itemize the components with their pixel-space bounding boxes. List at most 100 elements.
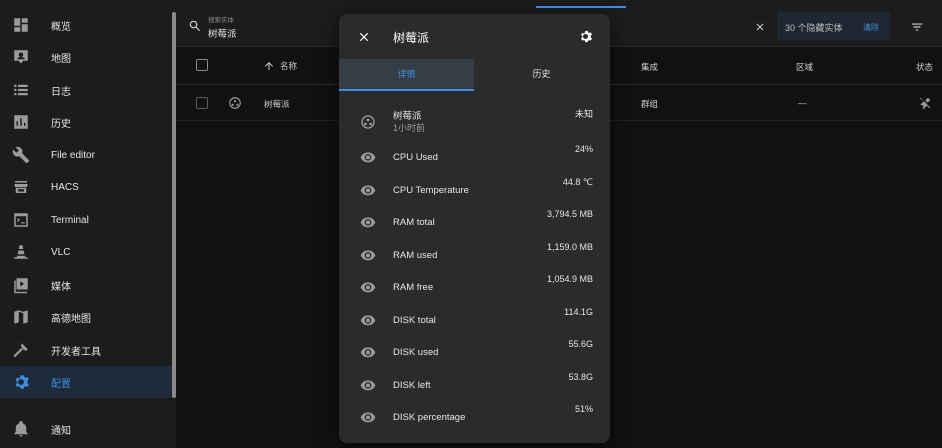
cone-icon: [12, 243, 30, 261]
entity-row[interactable]: DISK total 114.1G: [339, 303, 610, 335]
store-icon: [12, 178, 30, 196]
sidebar-item-file-editor[interactable]: File editor: [0, 139, 172, 171]
row-area: —: [798, 98, 807, 108]
entity-state: 114.1G: [564, 306, 593, 317]
chart-box-icon: [12, 113, 30, 131]
sidebar-item-label: HACS: [51, 181, 79, 193]
column-status-header[interactable]: 状态: [916, 61, 933, 73]
sidebar-item-label: 地图: [51, 53, 71, 65]
sidebar-item-history[interactable]: 历史: [0, 106, 172, 138]
entity-state: 51%: [574, 404, 593, 414]
sidebar-item-hacs[interactable]: HACS: [0, 171, 172, 203]
sidebar-item-amap[interactable]: 高德地图: [0, 301, 172, 333]
entity-row[interactable]: RAM free 1,054.9 MB: [339, 270, 610, 302]
entity-row[interactable]: DISK used 55.6G: [339, 335, 610, 367]
sidebar-item-label: 概览: [51, 21, 71, 33]
select-all-checkbox[interactable]: [196, 59, 208, 71]
entity-name: DISK used: [393, 347, 439, 358]
entity-state: 44.8 ℃: [562, 176, 593, 187]
entity-row[interactable]: RAM used 1,159.0 MB: [339, 238, 610, 270]
settings-gear-icon[interactable]: [578, 29, 593, 44]
sidebar-item-label: 配置: [51, 378, 71, 390]
row-integration: 群组: [641, 99, 659, 109]
eye-icon: [360, 214, 376, 230]
entity-row[interactable]: RAM total 3,794.5 MB: [339, 205, 610, 237]
sidebar-item-terminal[interactable]: Terminal: [0, 204, 172, 236]
entity-row[interactable]: DISK percentage 51%: [339, 400, 610, 432]
map-person-icon: [12, 48, 30, 66]
sidebar-item-label: 通知: [51, 425, 71, 437]
tab-details[interactable]: 详情: [339, 59, 474, 91]
eye-icon: [360, 149, 376, 165]
column-integration-header[interactable]: 集成: [641, 61, 658, 73]
eye-icon: [360, 344, 376, 360]
entity-state: 3,794.5 MB: [546, 209, 593, 219]
sort-arrow-up-icon[interactable]: [263, 59, 275, 71]
entity-name: CPU Used: [393, 152, 438, 163]
main-content: 搜索实体 树莓派 30 个隐藏实体 清除 名称 集成 区域 状态 树莓派 群组 …: [176, 0, 942, 448]
sidebar-item-label: 历史: [51, 118, 71, 130]
bell-icon: [12, 420, 30, 438]
entity-name: RAM total: [393, 217, 435, 228]
eye-icon: [360, 377, 376, 393]
play-box-icon: [12, 276, 30, 294]
sidebar-item-map[interactable]: 地图: [0, 41, 172, 73]
entity-last-changed: 1小时前: [393, 123, 426, 133]
entity-row[interactable]: CPU Used 24%: [339, 140, 610, 172]
entity-row[interactable]: CPU Temperature 44.8 ℃: [339, 173, 610, 205]
entity-name: CPU Temperature: [393, 184, 469, 196]
search-icon: [188, 19, 202, 33]
entity-name: DISK total: [393, 314, 436, 326]
close-icon[interactable]: [357, 30, 371, 44]
column-area-header[interactable]: 区域: [796, 61, 813, 73]
sidebar: 概览 地图 日志 历史 File editor HACS Terminal VL…: [0, 0, 176, 448]
sidebar-item-overview[interactable]: 概览: [0, 9, 172, 41]
entity-state: 未知: [574, 109, 593, 119]
eye-icon: [360, 182, 376, 198]
tab-history[interactable]: 历史: [474, 59, 609, 91]
group-icon: [228, 96, 242, 110]
filter-icon[interactable]: [910, 20, 924, 34]
entity-name: 树莓派: [393, 111, 422, 122]
sidebar-item-config[interactable]: 配置: [0, 366, 172, 398]
entity-dialog: 树莓派 详情 历史 树莓派 1小时前 未知 CPU Used 24% CPU Tem…: [339, 14, 610, 443]
hammer-icon: [12, 341, 30, 359]
entity-state: 1,054.9 MB: [546, 274, 593, 284]
entity-state: 53.8G: [568, 371, 593, 382]
dialog-title: 树莓派: [393, 31, 430, 45]
row-checkbox[interactable]: [196, 97, 208, 109]
entity-row[interactable]: DISK left 53.8G: [339, 368, 610, 400]
focus-indicator: [536, 6, 626, 8]
sidebar-item-label: Terminal: [51, 214, 89, 226]
eye-icon: [360, 409, 376, 425]
column-name-header[interactable]: 名称: [280, 60, 297, 72]
hidden-entities-chip: 30 个隐藏实体 清除: [777, 12, 890, 40]
eye-icon: [360, 247, 376, 263]
clear-search-icon[interactable]: [754, 20, 766, 32]
sidebar-item-logbook[interactable]: 日志: [0, 74, 172, 106]
unavailable-icon: [918, 96, 932, 110]
eye-icon: [360, 312, 376, 328]
group-icon: [360, 114, 376, 130]
entity-state: 24%: [574, 144, 593, 154]
map-icon: [12, 308, 30, 326]
search-label: 搜索实体: [208, 17, 234, 24]
group-entity-row[interactable]: 树莓派 1小时前 未知: [339, 104, 610, 140]
search-input[interactable]: 树莓派: [208, 26, 237, 40]
entity-name: RAM used: [393, 249, 438, 261]
sidebar-item-vlc[interactable]: VLC: [0, 236, 172, 268]
entity-state: 1,159.0 MB: [546, 241, 593, 252]
sidebar-item-notifications[interactable]: 通知: [0, 413, 172, 445]
hidden-entities-count: 30 个隐藏实体: [785, 23, 843, 33]
sidebar-item-developer-tools[interactable]: 开发者工具: [0, 334, 172, 366]
sidebar-item-media[interactable]: 媒体: [0, 269, 172, 301]
entity-state: 55.6G: [568, 339, 593, 349]
sidebar-item-label: File editor: [51, 149, 95, 161]
entity-name: RAM free: [393, 282, 434, 293]
cog-icon: [12, 373, 30, 391]
dashboard-icon: [12, 16, 30, 34]
clear-filter-button[interactable]: 清除: [863, 22, 879, 33]
terminal-icon: [12, 211, 30, 229]
wrench-icon: [12, 146, 30, 164]
entity-name: DISK left: [393, 379, 431, 391]
